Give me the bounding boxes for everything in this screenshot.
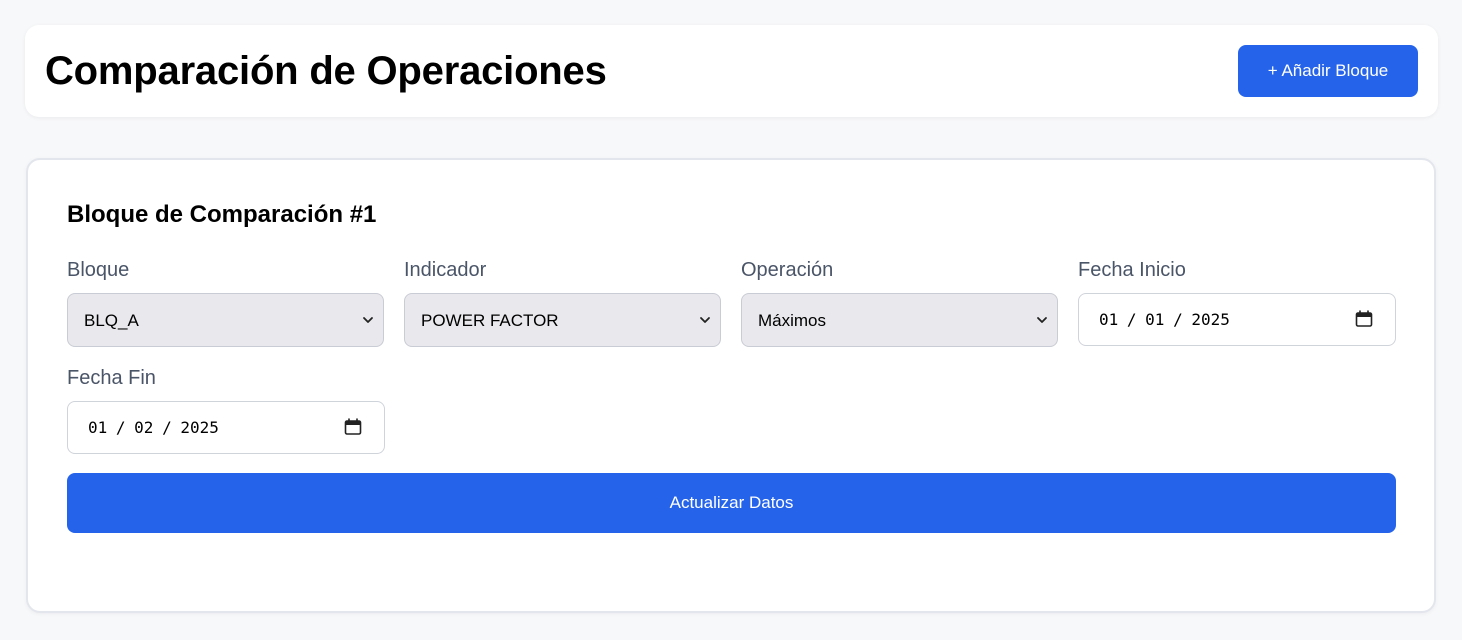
fecha-fin-value: 01 / 02 / 2025 [88, 418, 219, 437]
update-data-button[interactable]: Actualizar Datos [67, 473, 1396, 533]
calendar-icon[interactable] [1354, 309, 1374, 329]
calendar-icon[interactable] [343, 417, 363, 437]
bloque-select-value: BLQ_A [84, 311, 139, 330]
operacion-select-value: Máximos [758, 311, 827, 330]
fecha-inicio-label: Fecha Inicio [1078, 259, 1186, 281]
page-header: Comparación de Operaciones + Añadir Bloq… [25, 25, 1438, 117]
fecha-fin-field: Fecha Fin 01 / 02 / 2025 [67, 366, 385, 454]
fecha-fin-label: Fecha Fin [67, 367, 156, 389]
chevron-down-icon [700, 317, 710, 323]
block-title: Bloque de Comparación #1 [67, 201, 377, 228]
operacion-label: Operación [741, 259, 834, 281]
fecha-inicio-field: Fecha Inicio 01 / 01 / 2025 [1078, 258, 1396, 346]
fecha-fin-input[interactable]: 01 / 02 / 2025 [67, 401, 385, 454]
operacion-select[interactable]: Máximos [741, 293, 1058, 347]
indicador-field: Indicador POWER FACTOR [404, 258, 722, 347]
indicador-select[interactable]: POWER FACTOR [404, 293, 721, 347]
chevron-down-icon [363, 317, 373, 323]
add-block-button[interactable]: + Añadir Bloque [1238, 45, 1418, 97]
chevron-down-icon [1037, 317, 1047, 323]
bloque-select[interactable]: BLQ_A [67, 293, 384, 347]
operacion-field: Operación Máximos [741, 258, 1059, 347]
indicador-label: Indicador [404, 259, 487, 281]
comparison-block-card: Bloque de Comparación #1 Bloque BLQ_A In… [26, 158, 1436, 613]
page-title: Comparación de Operaciones [45, 49, 607, 93]
bloque-label: Bloque [67, 259, 130, 281]
fecha-inicio-input[interactable]: 01 / 01 / 2025 [1078, 293, 1396, 346]
indicador-select-value: POWER FACTOR [421, 311, 559, 330]
bloque-field: Bloque BLQ_A [67, 258, 385, 347]
fecha-inicio-value: 01 / 01 / 2025 [1099, 310, 1230, 329]
